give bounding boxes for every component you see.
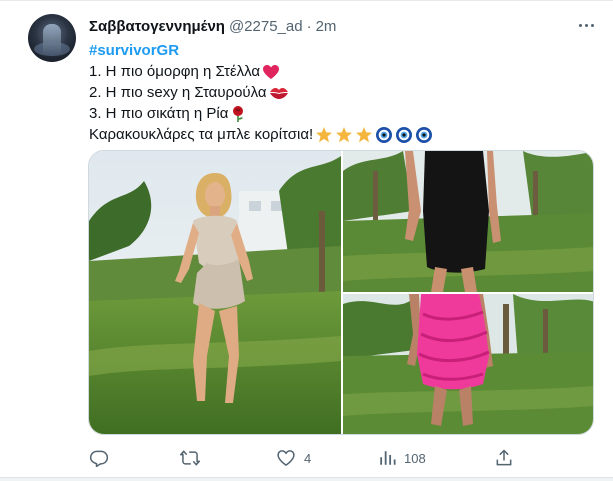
star-icon: [355, 126, 373, 144]
share-button[interactable]: [494, 447, 514, 469]
rose-icon: [230, 105, 246, 123]
red-heart-icon: [262, 64, 280, 80]
like-count: 4: [304, 450, 312, 466]
reply-icon: [89, 448, 109, 468]
hashtag-link[interactable]: #survivorGR: [89, 40, 179, 61]
views-button[interactable]: 108: [378, 447, 426, 469]
tweet-line-2: 2. Η πιο sexy η Σταυρούλα: [89, 84, 267, 101]
display-name[interactable]: Σαββατογεννημένη: [89, 18, 225, 35]
more-options-icon[interactable]: [575, 15, 597, 35]
tweet-line-1: 1. Η πιο όμορφη η Στέλλα: [89, 63, 261, 80]
views-count: 108: [404, 450, 426, 466]
star-icon: [335, 126, 353, 144]
star-icon: [315, 126, 333, 144]
photo-woman-pink-ruffle-dress[interactable]: [343, 294, 593, 434]
retweet-button[interactable]: [180, 447, 208, 469]
kiss-mark-icon: [269, 86, 289, 100]
like-button[interactable]: 4: [276, 447, 311, 469]
bottom-divider: [0, 477, 613, 481]
tweet-header: Σαββατογεννημένη @2275_ad · 2m: [89, 16, 336, 36]
tweet-line-4: Καρακουκλάρες τα μπλε κορίτσια!: [89, 126, 314, 143]
heart-icon: [276, 448, 296, 468]
nazar-amulet-icon: [395, 126, 413, 144]
reply-button[interactable]: [89, 447, 117, 469]
avatar[interactable]: [28, 14, 76, 62]
tweet-line-3: 3. Η πιο σικάτη η Ρία: [89, 105, 229, 122]
photo-woman-black-dress[interactable]: [343, 151, 593, 292]
views-chart-icon: [378, 449, 396, 467]
retweet-icon: [180, 448, 200, 468]
timestamp[interactable]: 2m: [316, 18, 337, 35]
nazar-amulet-icon: [375, 126, 393, 144]
avatar-figure: [43, 24, 61, 54]
media-grid: [88, 150, 594, 435]
photo-woman-beige-dress[interactable]: [89, 151, 341, 434]
separator-dot: ·: [306, 17, 312, 35]
nazar-amulet-icon: [415, 126, 433, 144]
user-handle[interactable]: @2275_ad: [229, 18, 303, 35]
share-icon: [494, 448, 514, 468]
top-divider: [0, 0, 613, 1]
tweet-actions: 4 108: [0, 447, 613, 469]
tweet-text: #survivorGR 1. Η πιο όμορφη η Στέλλα 2. …: [89, 40, 589, 145]
